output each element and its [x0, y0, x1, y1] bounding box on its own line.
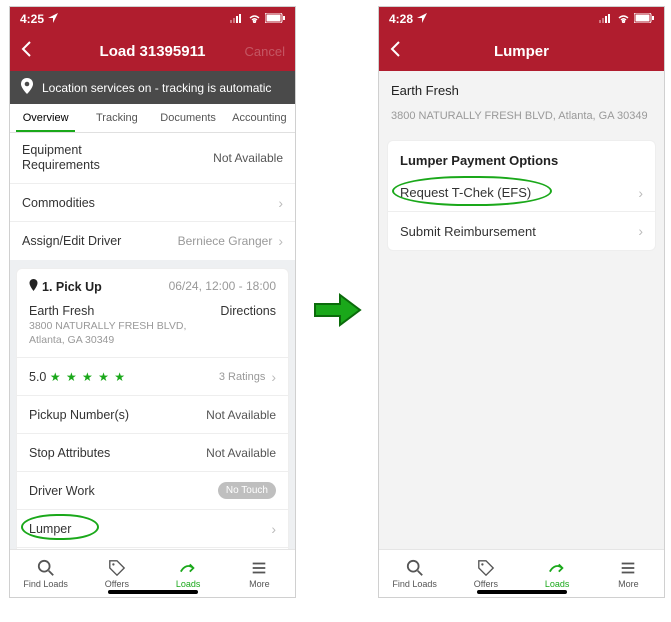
home-indicator [477, 590, 567, 594]
nav-cancel[interactable]: Cancel [245, 44, 285, 59]
location-banner: Location services on - tracking is autom… [10, 71, 295, 104]
loads-label: Loads [545, 579, 570, 589]
lumper-address: 3800 NATURALLY FRESH BLVD, Atlanta, GA 3… [391, 110, 652, 122]
content: Earth Fresh 3800 NATURALLY FRESH BLVD, A… [379, 71, 664, 549]
ratings-count: 3 Ratings [219, 371, 265, 383]
assign-driver-label: Assign/Edit Driver [22, 234, 121, 248]
location-banner-text: Location services on - tracking is autom… [42, 81, 271, 95]
chevron-right-icon: › [278, 233, 283, 249]
tabs: Overview Tracking Documents Accounting [10, 104, 295, 133]
status-bar: 4:28 [379, 7, 664, 31]
phone-right: 4:28 Lumper Earth Fresh 3800 NATURALLY F… [378, 6, 665, 598]
stop-attr-value: Not Available [206, 446, 276, 460]
loads-label: Loads [176, 579, 201, 589]
row-submit-reimbursement[interactable]: Submit Reimbursement › [388, 212, 655, 250]
pickup-title: 1. Pick Up [42, 280, 102, 294]
phone-left: 4:25 Load 31395911 Cancel [9, 6, 296, 598]
row-lumper[interactable]: Lumper › [17, 510, 288, 548]
pickup-datetime: 06/24, 12:00 - 18:00 [169, 279, 276, 294]
equipment-req-label: Equipment Requirements [22, 143, 100, 173]
home-indicator [108, 590, 198, 594]
pickup-addr2: Atlanta, GA 30349 [29, 334, 186, 348]
no-touch-pill: No Touch [218, 482, 276, 499]
stars-icon: ★ ★ ★ ★ ★ [50, 370, 126, 384]
chevron-right-icon: › [271, 369, 276, 385]
row-driver-work: Driver Work No Touch [17, 472, 288, 510]
chevron-right-icon: › [278, 195, 283, 211]
pickup-num-value: Not Available [206, 408, 276, 422]
loads-arrow-icon [548, 559, 566, 577]
row-commodities[interactable]: Commodities › [10, 184, 295, 222]
row-pickup-numbers: Pickup Number(s) Not Available [17, 396, 288, 434]
status-time: 4:28 [389, 12, 413, 26]
section-payment-options: Lumper Payment Options [388, 141, 655, 174]
tab-documents[interactable]: Documents [153, 104, 224, 132]
signal-icon [599, 12, 613, 26]
find-loads-label: Find Loads [392, 579, 437, 589]
battery-icon [634, 12, 654, 26]
tab-more[interactable]: More [224, 550, 295, 597]
submit-reimbursement-label: Submit Reimbursement [400, 224, 536, 239]
content: Location services on - tracking is autom… [10, 71, 295, 549]
status-bar: 4:25 [10, 7, 295, 31]
tab-find-loads[interactable]: Find Loads [379, 550, 450, 597]
nav-title: Lumper [379, 43, 664, 60]
nav-bar: Load 31395911 Cancel [10, 31, 295, 71]
back-icon[interactable] [389, 40, 407, 63]
rating-value: 5.0 [29, 370, 46, 384]
offers-label: Offers [105, 579, 129, 589]
row-rating[interactable]: 5.0 ★ ★ ★ ★ ★ 3 Ratings › [17, 358, 288, 396]
commodities-label: Commodities [22, 196, 95, 210]
equipment-req-value: Not Available [213, 151, 283, 165]
location-arrow-icon [48, 12, 58, 26]
tab-overview[interactable]: Overview [10, 104, 81, 132]
tag-icon [108, 559, 126, 577]
pickup-addr1: 3800 NATURALLY FRESH BLVD, [29, 320, 186, 334]
wifi-icon [617, 12, 630, 26]
row-stop-attributes: Stop Attributes Not Available [17, 434, 288, 472]
transition-arrow-icon [310, 290, 365, 335]
directions-link[interactable]: Directions [220, 304, 276, 318]
assign-driver-value: Berniece Granger [178, 234, 273, 248]
pickup-header: 1. Pick Up 06/24, 12:00 - 18:00 [17, 269, 288, 304]
tab-accounting[interactable]: Accounting [224, 104, 295, 132]
driver-work-label: Driver Work [29, 484, 95, 498]
wifi-icon [248, 12, 261, 26]
search-icon [37, 559, 55, 577]
row-assign-driver[interactable]: Assign/Edit Driver Berniece Granger › [10, 222, 295, 260]
menu-icon [619, 559, 637, 577]
chevron-right-icon: › [271, 521, 276, 537]
nav-bar: Lumper [379, 31, 664, 71]
tab-find-loads[interactable]: Find Loads [10, 550, 81, 597]
chevron-right-icon: › [638, 185, 643, 201]
offers-label: Offers [474, 579, 498, 589]
tab-tracking[interactable]: Tracking [81, 104, 152, 132]
pickup-company: Earth Fresh [29, 304, 186, 318]
menu-icon [250, 559, 268, 577]
request-tchek-label: Request T-Chek (EFS) [400, 185, 531, 200]
battery-icon [265, 12, 285, 26]
stop-attr-label: Stop Attributes [29, 446, 110, 460]
location-arrow-icon [417, 12, 427, 26]
pickup-num-label: Pickup Number(s) [29, 408, 129, 422]
more-label: More [249, 579, 270, 589]
status-time: 4:25 [20, 12, 44, 26]
tag-icon [477, 559, 495, 577]
signal-icon [230, 12, 244, 26]
back-icon[interactable] [20, 40, 38, 63]
pin-icon [20, 78, 34, 97]
find-loads-label: Find Loads [23, 579, 68, 589]
chevron-right-icon: › [638, 223, 643, 239]
more-label: More [618, 579, 639, 589]
lumper-label: Lumper [29, 522, 71, 536]
row-request-tchek[interactable]: Request T-Chek (EFS) › [388, 174, 655, 212]
pin-small-icon [29, 279, 38, 294]
row-equipment-requirements: Equipment Requirements Not Available [10, 133, 295, 184]
lumper-company: Earth Fresh [391, 83, 652, 98]
tab-more[interactable]: More [593, 550, 664, 597]
search-icon [406, 559, 424, 577]
loads-arrow-icon [179, 559, 197, 577]
